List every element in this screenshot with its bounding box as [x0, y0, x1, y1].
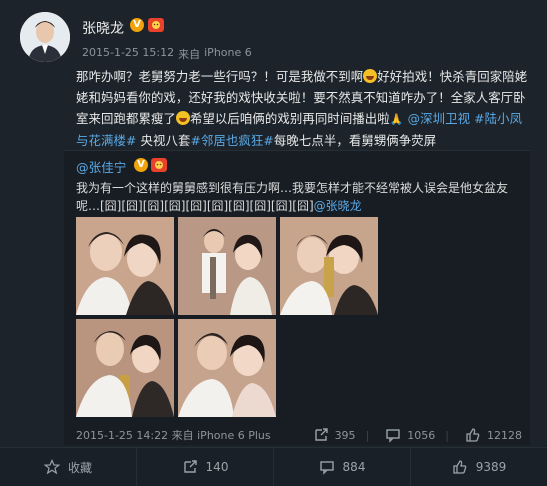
photo-image	[76, 319, 174, 417]
share-icon	[183, 460, 197, 473]
star-icon	[43, 459, 60, 475]
comment-button[interactable]: 884	[274, 448, 411, 486]
photo-image	[280, 217, 378, 315]
divider: |	[445, 428, 449, 442]
verified-icon: V	[134, 158, 148, 172]
repost-share-stat[interactable]: 395 |	[313, 427, 370, 443]
like-button[interactable]: 9389	[411, 448, 547, 486]
repost-count: 140	[205, 460, 229, 474]
repost-username[interactable]: @张佳宁	[76, 157, 126, 176]
topic-link[interactable]: #邻居也疯狂#	[190, 133, 273, 148]
repost-text-body: 我为有一个这样的舅舅感到很有压力啊…我要怎样才能不经常被人误会是他女盆友呢…[囧…	[76, 181, 509, 213]
repost-stats: 395 | 1056 | 12128	[313, 427, 522, 443]
thumbs-up-icon	[466, 428, 480, 442]
repost-share-count: 395	[334, 428, 356, 442]
repost-source[interactable]: iPhone 6 Plus	[197, 429, 271, 442]
photo-image	[178, 319, 276, 417]
post-text-part: 希望以后咱俩的戏别再同时间播出啦	[189, 111, 390, 126]
pray-emoji-icon: 🙏	[389, 113, 404, 126]
favorite-button[interactable]: 收藏	[0, 448, 137, 486]
avatar[interactable]	[20, 12, 70, 62]
repost-meta: 2015-1-25 14:22 来自 iPhone 6 Plus	[76, 427, 271, 443]
post-time[interactable]: 2015-1-25 15:12	[82, 46, 174, 62]
post-text-part: 每晚七点半，看舅甥俩争荧屏	[273, 133, 437, 148]
laugh-emoji-icon	[363, 69, 378, 83]
photo-image	[178, 217, 276, 315]
avatar-image	[20, 12, 70, 62]
vip-icon	[148, 18, 164, 32]
reposted-content: @张佳宁 V 我为有一个这样的舅舅感到很有压力啊…我要怎样才能不经常被人误会是他…	[64, 150, 530, 445]
mention-link[interactable]: @深圳卫视	[408, 111, 470, 126]
comment-icon	[319, 461, 334, 475]
like-count: 9389	[475, 460, 507, 474]
repost-comment-count: 1056	[407, 428, 436, 442]
post-source-prefix: 来自	[178, 48, 201, 61]
photo-image	[76, 217, 174, 315]
favorite-label: 收藏	[67, 460, 92, 475]
mention-link[interactable]: @张晓龙	[314, 199, 362, 213]
repost-time[interactable]: 2015-1-25 14:22	[76, 429, 168, 442]
repost-button[interactable]: 140	[137, 448, 274, 486]
photo-thumbnail[interactable]	[76, 217, 174, 315]
post-body: 那咋办啊？老舅努力老一些行吗？！可是我做不到啊 好好拍戏！快杀青回家陪姥姥和妈妈看…	[76, 66, 530, 151]
share-icon	[314, 428, 328, 441]
repost-source-prefix: 来自	[171, 429, 194, 442]
post-username[interactable]: 张晓龙	[82, 18, 124, 38]
repost-badges: V	[134, 158, 167, 172]
user-badges: V	[130, 18, 164, 32]
laugh-emoji-icon	[175, 111, 190, 125]
vip-icon	[151, 158, 167, 172]
photo-thumbnail[interactable]	[178, 217, 276, 315]
action-bar: 收藏 140 884 9389	[0, 447, 547, 486]
post-text-part: 央视八套	[136, 133, 191, 148]
post-meta: 2015-1-25 15:12 来自 iPhone 6	[82, 46, 252, 62]
photo-thumbnail[interactable]	[280, 217, 378, 315]
repost-comment-stat[interactable]: 1056 |	[385, 427, 449, 443]
comment-icon	[386, 429, 400, 443]
photo-thumbnail[interactable]	[178, 319, 276, 417]
repost-like-stat[interactable]: 12128	[465, 427, 522, 443]
repost-like-count: 12128	[487, 428, 522, 442]
post-text-part: 那咋办啊？老舅努力老一些行吗？！可是我做不到啊	[76, 69, 364, 84]
divider: |	[365, 428, 370, 442]
verified-icon: V	[130, 18, 144, 32]
weibo-post: 张晓龙 V 2015-1-25 15:12 来自 iPhone 6 那咋办啊？老…	[0, 0, 547, 486]
post-source[interactable]: iPhone 6	[204, 46, 252, 62]
thumbs-up-icon	[453, 460, 467, 474]
photo-thumbnail[interactable]	[76, 319, 174, 417]
repost-text: 我为有一个这样的舅舅感到很有压力啊…我要怎样才能不经常被人误会是他女盆友呢…[囧…	[76, 179, 516, 215]
comment-count: 884	[342, 460, 366, 474]
